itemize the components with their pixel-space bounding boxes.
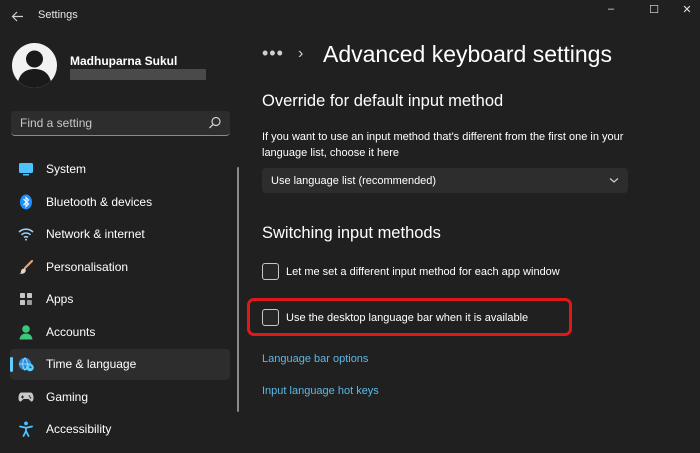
sidebar-item-personalisation[interactable]: Personalisation <box>10 252 230 283</box>
user-name: Madhuparna Sukul <box>70 54 178 68</box>
gamepad-icon <box>18 389 34 405</box>
user-email-redacted <box>70 69 206 80</box>
close-icon: ✕ <box>682 3 692 16</box>
sidebar-item-apps[interactable]: Apps <box>10 284 230 315</box>
sidebar-item-label: Network & internet <box>46 227 145 242</box>
sidebar-item-accessibility[interactable]: Accessibility <box>10 414 230 445</box>
sidebar-item-label: Accounts <box>46 324 96 339</box>
language-bar-options-link[interactable]: Language bar options <box>262 353 368 365</box>
sidebar-item-time-language[interactable]: Time & language <box>10 349 230 380</box>
dropdown-selected-value: Use language list (recommended) <box>271 174 437 187</box>
brush-icon <box>18 259 34 275</box>
sidebar-scrollbar[interactable] <box>237 167 239 412</box>
minimize-icon: – <box>607 3 615 15</box>
section-title-override: Override for default input method <box>262 92 504 110</box>
search-icon[interactable] <box>208 116 222 130</box>
search-input[interactable] <box>11 111 201 135</box>
sidebar-item-label: Time & language <box>46 357 137 372</box>
back-button[interactable] <box>6 5 28 27</box>
maximize-icon: ☐ <box>649 3 659 16</box>
sidebar-item-label: Personalisation <box>46 259 129 274</box>
sidebar-item-label: Apps <box>46 292 74 307</box>
globe-clock-icon <box>18 356 34 372</box>
highlight-annotation <box>247 298 572 336</box>
sidebar-item-label: Bluetooth & devices <box>46 194 153 209</box>
monitor-icon <box>18 161 34 177</box>
per-app-input-method-option[interactable]: Let me set a different input method for … <box>262 263 560 280</box>
avatar[interactable] <box>12 43 57 88</box>
sidebar-item-label: System <box>46 162 87 177</box>
person-silhouette-icon <box>17 50 52 88</box>
per-app-input-method-checkbox[interactable] <box>262 263 279 280</box>
sidebar-nav: System Bluetooth & devices Network & int… <box>10 154 230 447</box>
title-bar: Settings – ☐ ✕ <box>0 0 700 32</box>
minimize-button[interactable]: – <box>588 0 634 18</box>
wifi-icon <box>18 226 34 242</box>
sidebar-item-accounts[interactable]: Accounts <box>10 317 230 348</box>
input-method-dropdown[interactable]: Use language list (recommended) <box>262 168 628 193</box>
arrow-left-icon <box>11 11 23 21</box>
override-description: If you want to use an input method that'… <box>262 131 624 159</box>
search-box[interactable] <box>11 111 230 136</box>
section-title-switching: Switching input methods <box>262 224 441 242</box>
sidebar-item-gaming[interactable]: Gaming <box>10 382 230 413</box>
bluetooth-icon <box>18 194 34 210</box>
input-language-hot-keys-link[interactable]: Input language hot keys <box>262 385 379 397</box>
accessibility-icon <box>18 421 34 438</box>
sidebar-item-bluetooth[interactable]: Bluetooth & devices <box>10 187 230 218</box>
per-app-input-method-label: Let me set a different input method for … <box>286 265 560 278</box>
chevron-right-icon: › <box>298 45 304 62</box>
app-title: Settings <box>38 9 78 21</box>
chevron-down-icon <box>608 174 620 186</box>
person-icon <box>18 324 34 340</box>
page-title: Advanced keyboard settings <box>323 41 612 67</box>
breadcrumb-more-button[interactable]: ••• <box>262 43 284 64</box>
sidebar-item-network[interactable]: Network & internet <box>10 219 230 250</box>
sidebar-item-label: Accessibility <box>46 422 112 437</box>
sidebar-item-system[interactable]: System <box>10 154 230 185</box>
apps-icon <box>18 291 34 307</box>
close-button[interactable]: ✕ <box>674 0 700 18</box>
maximize-button[interactable]: ☐ <box>631 0 677 18</box>
sidebar-item-label: Gaming <box>46 389 89 404</box>
